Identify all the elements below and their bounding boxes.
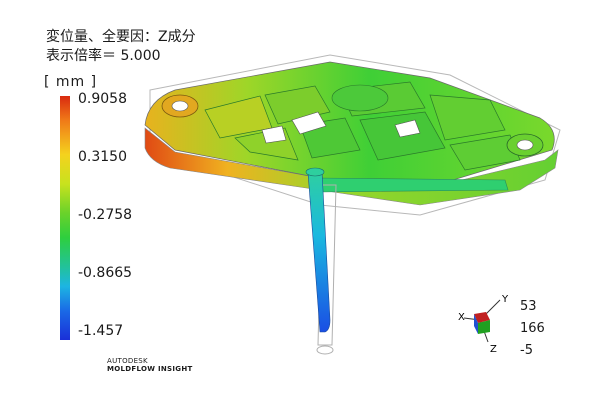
rotation-z: -5: [520, 343, 533, 358]
runner-beam: [314, 177, 509, 193]
brand-logo: AUTODESK MOLDFLOW INSIGHT: [107, 357, 193, 373]
sprue-top: [305, 167, 325, 177]
sprue: [307, 171, 331, 333]
rotation-x: 53: [520, 299, 537, 314]
triad-z-label: Z: [490, 344, 497, 355]
view-rotation-readout: 53 166 -5: [520, 296, 545, 362]
dome: [331, 84, 389, 112]
triad-x-label: X: [458, 312, 465, 323]
rotation-y: 166: [520, 321, 545, 336]
brand-line-1: AUTODESK: [107, 357, 148, 365]
triad-y-label: Y: [501, 294, 509, 305]
orientation-triad[interactable]: Y X Z: [452, 290, 512, 360]
brand-line-2: MOLDFLOW INSIGHT: [107, 365, 193, 373]
